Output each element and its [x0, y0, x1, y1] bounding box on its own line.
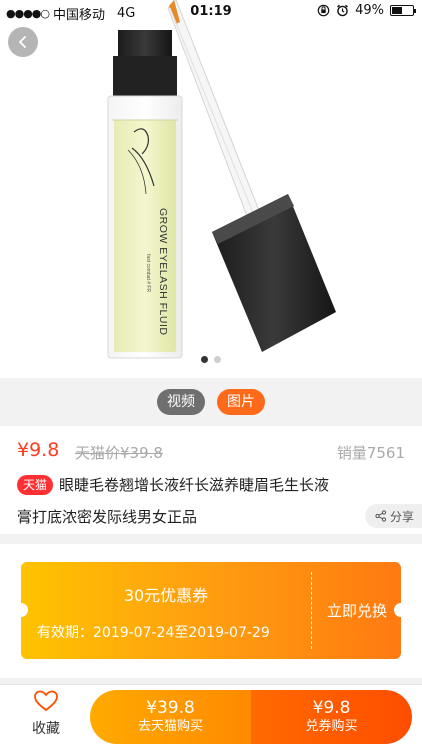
coupon-buy-label: 兑券购买 — [305, 719, 358, 734]
share-label: 分享 — [389, 509, 414, 524]
redeem-button[interactable]: 立即兑换 — [313, 600, 401, 621]
product-title-line2: 膏打底浓密发际线男女正品 — [17, 508, 198, 526]
coupon-section: 30元优惠券 有效期：2019-07-24至2019-07-29 立即兑换 — [0, 544, 422, 678]
buy-on-tmall-button[interactable]: ¥39.8 去天猫购买 — [90, 690, 251, 744]
media-tabs: 视频 图片 — [0, 378, 422, 426]
coupon-buy-price: ¥9.8 — [312, 698, 351, 718]
carousel-dot — [214, 356, 221, 363]
carousel-indicator — [0, 356, 422, 363]
tmall-buy-label: 去天猫购买 — [137, 719, 203, 734]
sales-count: 销量7561 — [336, 444, 405, 462]
status-bar: ●●●●○ 中国移动 4G 01:19 49% — [0, 0, 422, 24]
product-image-carousel[interactable]: GROW EYELASH FLUID fast combat # FR — [0, 0, 422, 378]
coupon-amount: 30元优惠券 — [123, 586, 209, 605]
bottom-action-bar: 收藏 ¥39.8 去天猫购买 ¥9.8 兑券购买 — [0, 684, 422, 750]
current-price: ¥9.8 — [17, 439, 60, 461]
coupon-card[interactable]: 30元优惠券 有效期：2019-07-24至2019-07-29 立即兑换 — [21, 562, 401, 659]
product-info: ¥9.8 天猫价¥39.8 销量7561 天猫 眼睫毛卷翘增长液纤长滋养睫眉毛生… — [0, 426, 422, 534]
share-icon — [375, 510, 387, 522]
product-title-line1: 眼睫毛卷翘增长液纤长滋养睫眉毛生长液 — [59, 476, 330, 494]
product-detail-page: GROW EYELASH FLUID fast combat # FR ●●●●… — [0, 0, 422, 750]
share-button[interactable]: 分享 — [364, 504, 422, 528]
buy-with-coupon-button[interactable]: ¥9.8 兑券购买 — [251, 690, 412, 744]
battery-icon — [390, 5, 416, 16]
coupon-validity: 有效期：2019-07-24至2019-07-29 — [37, 625, 270, 641]
back-button[interactable] — [8, 27, 38, 57]
bottle-label-main: GROW EYELASH FLUID — [157, 208, 169, 335]
bottle-label-sub: fast combat # FR — [145, 254, 151, 292]
platform-badge: 天猫 — [17, 474, 54, 495]
favorite-label: 收藏 — [32, 721, 60, 737]
battery-percent: 49% — [355, 3, 384, 18]
coupon-divider — [311, 572, 312, 649]
chevron-left-icon — [19, 36, 26, 48]
original-price: 天猫价¥39.8 — [75, 444, 163, 462]
product-title: 天猫 眼睫毛卷翘增长液纤长滋养睫眉毛生长液 — [17, 474, 410, 495]
buy-buttons: ¥39.8 去天猫购买 ¥9.8 兑券购买 — [90, 690, 412, 744]
alarm-icon — [337, 4, 349, 17]
carousel-dot-active — [201, 356, 208, 363]
orientation-lock-icon — [317, 4, 330, 17]
favorite-button[interactable]: 收藏 — [22, 689, 70, 738]
tmall-buy-price: ¥39.8 — [146, 698, 195, 718]
product-photo: GROW EYELASH FLUID fast combat # FR — [107, 0, 336, 359]
status-right: 49% — [317, 3, 416, 18]
tab-video[interactable]: 视频 — [157, 389, 205, 415]
tab-photo[interactable]: 图片 — [217, 389, 265, 415]
heart-icon — [34, 690, 58, 712]
price-row: ¥9.8 天猫价¥39.8 销量7561 — [17, 439, 405, 463]
